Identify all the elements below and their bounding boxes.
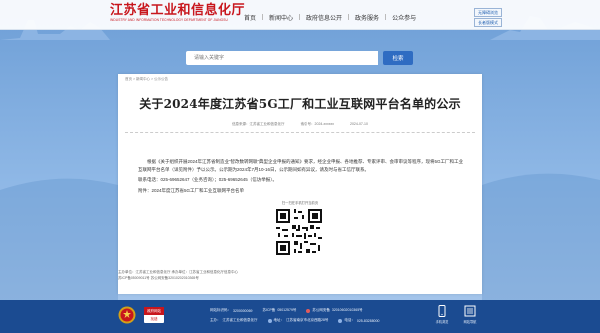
gov-badge-top: 政府网站 xyxy=(144,307,164,315)
footer-line-2: 主办： 江苏省工业和信息化厅 地址： 江苏省南京市北京西路28号 电话： 025-83… xyxy=(210,318,379,323)
article-card: 首页 > 新闻中心 > 公示公告 关于2024年度江苏省5G工厂和工业互联网平台… xyxy=(118,74,482,294)
nav-info-disclosure[interactable]: 政府信息公开 xyxy=(300,13,348,22)
footer-item-label: 苏公网安备 xyxy=(312,308,330,312)
police-badge-icon xyxy=(306,308,311,313)
footer-item-label: 电话： xyxy=(344,318,355,322)
footer-item-value: 3200000069 xyxy=(233,308,253,313)
accessibility-links: 无障碍浏览 长者版模式 xyxy=(474,8,502,28)
gov-badge-bottom: 找错 xyxy=(150,317,158,321)
location-icon xyxy=(267,318,272,323)
phone-icon xyxy=(338,318,343,323)
page-title: 关于2024年度江苏省5G工厂和工业互联网平台名单的公示 xyxy=(139,97,461,111)
nav-services[interactable]: 政务服务 xyxy=(349,13,385,22)
footer-item-label: 苏ICP备 xyxy=(262,308,276,312)
footer-item-label: 主办： xyxy=(210,318,221,322)
article-paragraph: 根据《关于组织开展2024年江苏省制造业“智改数转网联”典型企业申报的通知》要求… xyxy=(138,159,464,172)
footer-item[interactable]: 苏公网安备 32010602010365号 xyxy=(306,308,363,313)
national-emblem-icon xyxy=(118,306,136,324)
search-button[interactable]: 检索 xyxy=(383,51,413,65)
nav-home[interactable]: 首页 xyxy=(238,13,262,22)
footer-item-value: 江苏省工业和信息化厅 xyxy=(222,318,258,322)
elder-mode-link[interactable]: 长者版模式 xyxy=(474,18,502,27)
footer-info: 主办单位：江苏省工业和信息化厅 承办单位：江苏省工业和信息化厅信息中心 苏ICP… xyxy=(118,270,482,281)
search-input[interactable] xyxy=(186,51,378,65)
mobile-view-label: 手机浏览 xyxy=(435,320,449,324)
article-contact: 联系电话：025-69652647（业务咨询）；025-69652645（信访举… xyxy=(138,177,278,182)
mobile-view-button[interactable]: 手机浏览 xyxy=(432,305,452,327)
meta-divider xyxy=(125,132,475,133)
footer-item-label: 网站标识码： xyxy=(210,308,231,312)
qr-code xyxy=(274,207,324,257)
gov-website-badge[interactable]: 政府网站 找错 xyxy=(144,307,164,323)
footer-item: 电话： 025-83288000 xyxy=(338,318,379,323)
article-meta: 信息来源：江苏省工业和信息化厅 索引号：2024-xxxxxx 2024-07-… xyxy=(118,122,482,127)
footer-item-value: 江苏省南京市北京西路28号 xyxy=(286,318,329,322)
footer-item: 主办： 江苏省工业和信息化厅 xyxy=(210,318,258,323)
attachment: 附件：2024年度江苏省5G工厂和工业互联网平台名单 xyxy=(138,187,244,195)
site-footer xyxy=(0,300,600,333)
footer-item-value: 025-83288000 xyxy=(356,318,380,323)
article-date: 2024-07-10 xyxy=(350,122,368,126)
attachment-link[interactable]: 附件：2024年度江苏省5G工厂和工业互联网平台名单 xyxy=(138,188,244,193)
site-header: 江苏省工业和信息化厅 INDUSTRY AND INFORMATION TECH… xyxy=(0,0,600,30)
footer-item-label: 地址： xyxy=(273,318,285,322)
footer-info-line: 苏ICP备05009011号 苏公网安备32010202010365号 xyxy=(118,275,199,280)
footer-item: 地址： 江苏省南京市北京西路28号 xyxy=(267,318,329,323)
footer-item-value: 05012579号 xyxy=(277,308,297,312)
accessible-browse-link[interactable]: 无障碍浏览 xyxy=(474,8,502,17)
nav-participation[interactable]: 公众参与 xyxy=(386,13,422,22)
article-source: 信息来源：江苏省工业和信息化厅 xyxy=(232,122,285,126)
logo-title: 江苏省工业和信息化厅 xyxy=(110,3,246,18)
search-bar: 检索 xyxy=(186,51,413,65)
phone-device-icon xyxy=(438,305,446,317)
footer-line-1: 网站标识码： 3200000069 苏ICP备 05012579号 苏公网安备 320… xyxy=(210,308,363,313)
qr-label: 扫一扫在手机打开当前页 xyxy=(281,201,319,205)
site-nav-label: 网站导航 xyxy=(463,320,477,324)
footer-item: 网站标识码： 3200000069 xyxy=(210,308,252,313)
logo-subtitle: INDUSTRY AND INFORMATION TECHNOLOGY DEPA… xyxy=(110,18,228,22)
sitemap-icon xyxy=(464,305,476,317)
article-doc-number: 索引号：2024-xxxxxx xyxy=(300,122,335,126)
footer-item[interactable]: 苏ICP备 05012579号 xyxy=(262,308,296,313)
breadcrumb: 首页 > 新闻中心 > 公示公告 xyxy=(125,77,168,81)
site-nav-button[interactable]: 网站导航 xyxy=(460,305,480,327)
nav-news[interactable]: 新闻中心 xyxy=(263,13,299,22)
site-logo[interactable]: 江苏省工业和信息化厅 INDUSTRY AND INFORMATION TECH… xyxy=(110,3,246,27)
main-nav: 首页 新闻中心 政府信息公开 政务服务 公众参与 xyxy=(238,11,422,23)
footer-item-value: 32010602010365号 xyxy=(331,308,363,312)
